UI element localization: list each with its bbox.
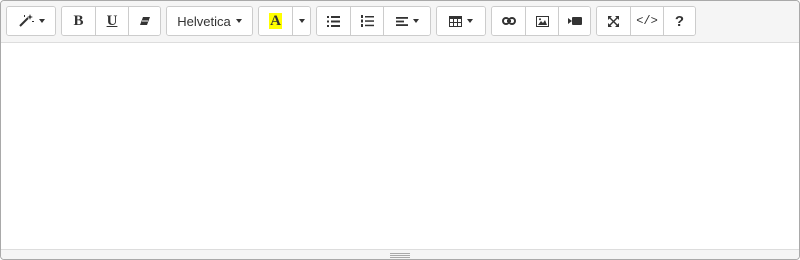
rich-text-editor: B U Helvetica A </> ? (0, 0, 800, 260)
font-name-group: Helvetica (166, 6, 253, 36)
chevron-down-icon (412, 19, 419, 23)
editor-toolbar: B U Helvetica A </> ? (1, 1, 799, 43)
table-group (436, 6, 486, 36)
codeview-label: </> (636, 14, 658, 28)
chevron-down-icon (235, 19, 242, 23)
resize-handle-icon[interactable] (390, 253, 410, 258)
style-dropdown-button[interactable] (7, 7, 55, 35)
font-name-dropdown[interactable]: Helvetica (167, 7, 252, 35)
help-label: ? (674, 12, 685, 30)
insert-picture-button[interactable] (525, 7, 558, 35)
paragraph-group (316, 6, 431, 36)
font-style-group: B U (61, 6, 161, 36)
chevron-down-icon (298, 19, 305, 23)
bold-label: B (73, 12, 84, 29)
unordered-list-button[interactable] (317, 7, 350, 35)
font-name-label: Helvetica (177, 13, 231, 29)
insert-link-button[interactable] (492, 7, 525, 35)
align-left-icon (395, 16, 408, 26)
chevron-down-icon (467, 19, 473, 23)
style-group (6, 6, 56, 36)
underline-button[interactable]: U (95, 7, 128, 35)
link-icon (501, 17, 516, 25)
fullscreen-button[interactable] (597, 7, 630, 35)
fullscreen-icon (608, 15, 619, 27)
picture-icon (535, 15, 549, 27)
table-icon (449, 15, 462, 27)
highlight-color-button[interactable]: A (259, 7, 292, 35)
unordered-list-icon (327, 15, 340, 27)
editing-area[interactable] (1, 43, 799, 249)
color-group: A (258, 6, 311, 36)
paragraph-align-dropdown[interactable] (383, 7, 430, 35)
bold-button[interactable]: B (62, 7, 95, 35)
video-icon (567, 17, 582, 25)
view-group: </> ? (596, 6, 696, 36)
underline-label: U (106, 12, 118, 29)
table-dropdown-button[interactable] (437, 7, 485, 35)
clear-format-button[interactable] (128, 7, 160, 35)
insert-group (491, 6, 591, 36)
codeview-button[interactable]: </> (630, 7, 663, 35)
help-button[interactable]: ? (663, 7, 695, 35)
highlight-color-label: A (269, 13, 282, 29)
ordered-list-button[interactable] (350, 7, 383, 35)
color-dropdown-button[interactable] (292, 7, 310, 35)
ordered-list-icon (360, 15, 374, 27)
resize-bar[interactable] (1, 249, 799, 259)
chevron-down-icon (38, 19, 45, 23)
magic-wand-icon (18, 14, 34, 28)
insert-video-button[interactable] (558, 7, 590, 35)
eraser-icon (139, 15, 151, 27)
